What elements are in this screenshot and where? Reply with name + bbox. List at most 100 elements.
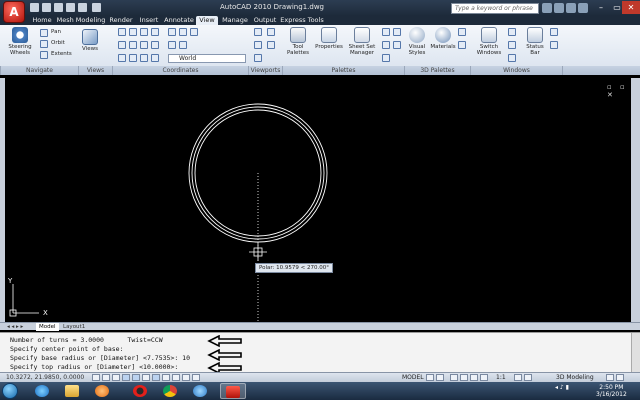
application-menu-button[interactable]: A [3, 1, 25, 23]
taskbar-autocad[interactable] [220, 383, 246, 399]
drawing-canvas[interactable]: Polar: 10.9579 < 270.00° Y X [5, 78, 631, 322]
taskbar-opera[interactable] [128, 383, 154, 399]
orbit-icon[interactable] [40, 40, 48, 48]
ducs-toggle[interactable] [162, 374, 170, 381]
undo-icon[interactable] [66, 3, 75, 12]
search-input[interactable]: Type a keyword or phrase [451, 3, 539, 14]
tab-model[interactable]: Model [36, 323, 59, 331]
tab-express-tools[interactable]: Express Tools [280, 16, 324, 25]
plot-icon[interactable] [92, 3, 101, 12]
status-bar-button[interactable]: Status Bar [522, 27, 548, 56]
steeringwheel-status-icon[interactable] [470, 374, 478, 381]
dyn-toggle[interactable] [172, 374, 180, 381]
system-tray[interactable]: ◂ ♪ ▮ [555, 384, 569, 391]
grid-toggle[interactable] [102, 374, 110, 381]
pan-button[interactable]: Pan [51, 29, 61, 35]
auto-scale-icon[interactable] [524, 374, 532, 381]
viewports-panel-title[interactable]: Viewports [248, 66, 282, 75]
command-scrollbar[interactable] [631, 333, 640, 373]
design-center-icon[interactable] [382, 28, 390, 36]
clean-screen-icon[interactable] [550, 41, 558, 49]
start-button[interactable] [2, 383, 18, 399]
tab-render[interactable]: Render [107, 16, 135, 25]
views-button[interactable]: Views [80, 29, 100, 52]
ucs-world-dropdown[interactable]: World [168, 54, 246, 63]
ucs-origin-icon[interactable] [140, 41, 148, 49]
lineweight-toggle[interactable] [182, 374, 190, 381]
drawing-window-controls[interactable]: ▫ ▫ ✕ [607, 83, 640, 99]
command-prompt-line[interactable]: Specify top radius or [Diameter] <10.000… [10, 363, 178, 371]
sheet-set-manager-button[interactable]: Sheet Set Manager [346, 27, 378, 56]
command-line-icon[interactable] [393, 41, 401, 49]
ucs-object-icon[interactable] [118, 41, 126, 49]
command-window[interactable]: Number of turns = 3.0000 Twist=CCW Speci… [0, 332, 640, 373]
coordinate-readout[interactable]: 10.3272, 21.9850, 0.0000 [6, 374, 84, 381]
zoom-extents-icon[interactable] [40, 51, 48, 59]
workspace-switch[interactable]: 3D Modeling [556, 374, 594, 381]
ucs-previous-icon[interactable] [140, 28, 148, 36]
tab-insert[interactable]: Insert [136, 16, 162, 25]
polar-toggle[interactable] [122, 374, 130, 381]
ortho-toggle[interactable] [112, 374, 120, 381]
extents-button[interactable]: Extents [51, 51, 72, 57]
coordinates-panel-title[interactable]: Coordinates [112, 66, 248, 75]
annotation-scale[interactable]: 1:1 [496, 374, 506, 381]
ucs-zaxis-icon[interactable] [151, 41, 159, 49]
views-panel-title[interactable]: Views [78, 66, 112, 75]
materials-button[interactable]: Materials [430, 27, 456, 50]
taskbar-chrome[interactable] [158, 383, 184, 399]
tab-layout1[interactable]: Layout1 [60, 323, 88, 331]
dbconnect-icon[interactable] [393, 28, 401, 36]
lock-icon[interactable] [606, 374, 614, 381]
taskbar-windows-live[interactable] [188, 383, 214, 399]
clean-screen-status-icon[interactable] [616, 374, 624, 381]
pan-status-icon[interactable] [450, 374, 458, 381]
viewport-clip-icon[interactable] [267, 28, 275, 36]
annotation-visibility-icon[interactable] [514, 374, 522, 381]
tool-palettes-button[interactable]: Tool Palettes [286, 27, 310, 56]
ucs-properties-icon[interactable] [179, 41, 187, 49]
switch-windows-button[interactable]: Switch Windows [474, 27, 504, 56]
quick-properties-toggle[interactable] [192, 374, 200, 381]
toolbars-icon[interactable] [550, 28, 558, 36]
3d-osnap-toggle[interactable] [142, 374, 150, 381]
ucs-icon-toggle[interactable] [179, 28, 187, 36]
visual-styles-button[interactable]: Visual Styles [406, 27, 428, 56]
close-button[interactable]: ✕ [622, 1, 640, 14]
ucs-view-icon[interactable] [129, 41, 137, 49]
tab-view[interactable]: View [196, 16, 218, 25]
viewport-join-icon[interactable] [254, 54, 262, 62]
ucs-y-icon[interactable] [140, 54, 148, 62]
tile-vertical-icon[interactable] [508, 41, 516, 49]
search-icon[interactable] [542, 3, 552, 13]
taskbar-media-player[interactable] [90, 383, 116, 399]
orbit-button[interactable]: Orbit [51, 40, 65, 46]
showmotion-status-icon[interactable] [480, 374, 488, 381]
palettes-panel-title[interactable]: Palettes [282, 66, 404, 75]
lights-icon[interactable] [458, 28, 466, 36]
navigate-panel-title[interactable]: Navigate [0, 66, 78, 75]
communication-center-icon[interactable] [554, 3, 564, 13]
tab-manage[interactable]: Manage [220, 16, 250, 25]
ucs-x-icon[interactable] [129, 54, 137, 62]
save-icon[interactable] [54, 3, 63, 12]
markup-set-icon[interactable] [382, 41, 390, 49]
cascade-icon[interactable] [508, 54, 516, 62]
ucs-world-icon[interactable] [129, 28, 137, 36]
tab-mesh-modeling[interactable]: Mesh Modeling [56, 16, 106, 25]
redo-icon[interactable] [78, 3, 87, 12]
viewport-rect-icon[interactable] [267, 41, 275, 49]
tab-output[interactable]: Output [252, 16, 278, 25]
help-icon[interactable] [578, 3, 588, 13]
ucs-3point-icon[interactable] [118, 54, 126, 62]
clock[interactable]: 2:50 PM 3/16/2012 [596, 384, 627, 398]
named-ucs-icon[interactable] [168, 28, 176, 36]
taskbar-internet-explorer[interactable] [30, 383, 56, 399]
ucs-face-icon[interactable] [151, 28, 159, 36]
tab-annotate[interactable]: Annotate [163, 16, 195, 25]
3d-palettes-panel-title[interactable]: 3D Palettes [404, 66, 470, 75]
steering-wheels-button[interactable]: Steering Wheels [6, 27, 34, 56]
viewport-config-icon[interactable] [254, 28, 262, 36]
tile-horizontal-icon[interactable] [508, 28, 516, 36]
windows-panel-title[interactable]: Windows [470, 66, 562, 75]
